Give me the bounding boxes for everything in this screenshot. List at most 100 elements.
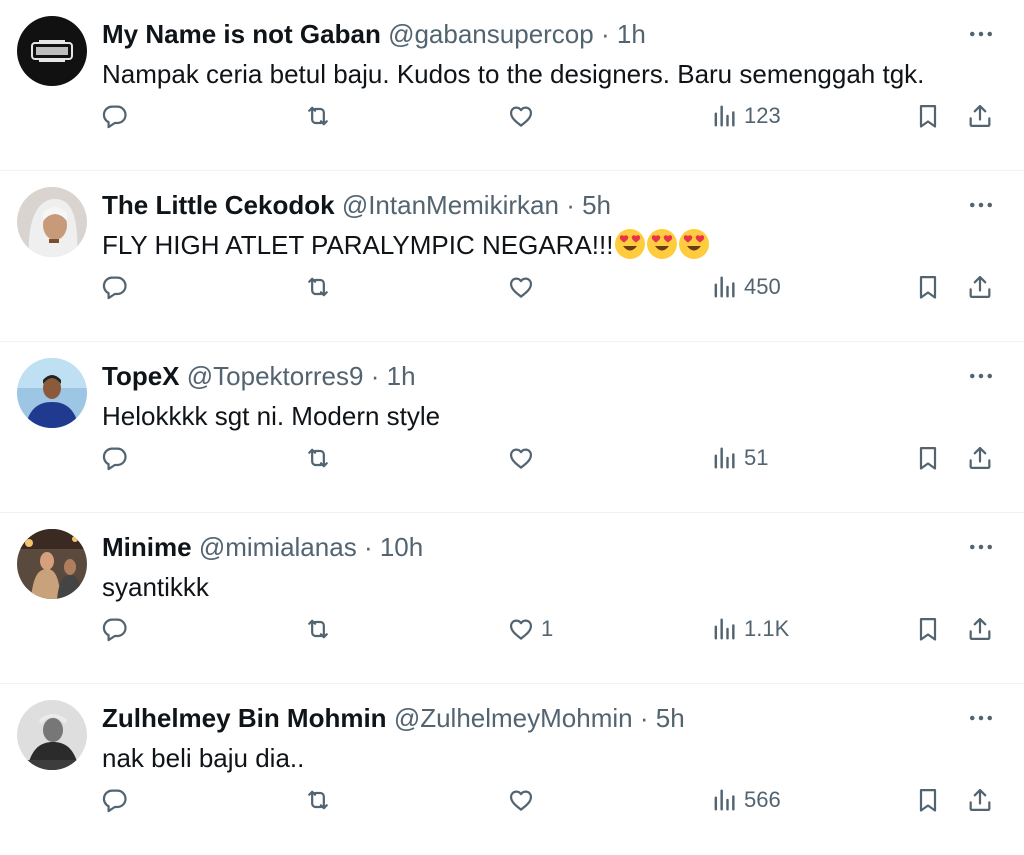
- tweet-header: Minime @mimialanas · 10h: [102, 531, 423, 563]
- like-button[interactable]: 1: [507, 609, 553, 649]
- retweet-icon: [304, 615, 332, 643]
- reply-button[interactable]: [101, 609, 129, 649]
- like-icon: [507, 273, 535, 301]
- views-icon: [710, 786, 738, 814]
- reply-button[interactable]: [101, 267, 129, 307]
- tweet-text: Helokkkk sgt ni. Modern style: [102, 399, 440, 433]
- more-options-button[interactable]: [966, 191, 996, 219]
- views-icon: [710, 615, 738, 643]
- reply-tweet[interactable]: Zulhelmey Bin Mohmin @ZulhelmeyMohmin · …: [0, 684, 1024, 855]
- avatar[interactable]: [17, 358, 87, 428]
- retweet-button[interactable]: [304, 780, 332, 820]
- reply-tweet[interactable]: TopeX @Topektorres9 · 1h Helokkkk sgt ni.…: [0, 342, 1024, 513]
- views-icon: [710, 273, 738, 301]
- bookmark-button[interactable]: [914, 609, 942, 649]
- views-button[interactable]: 566: [710, 780, 781, 820]
- retweet-button[interactable]: [304, 267, 332, 307]
- bookmark-icon: [914, 273, 942, 301]
- tweet-header: The Little Cekodok @IntanMemikirkan · 5h: [102, 189, 611, 221]
- bookmark-icon: [914, 102, 942, 130]
- user-handle[interactable]: @mimialanas: [199, 532, 357, 562]
- reply-tweet[interactable]: My Name is not Gaban @gabansupercop · 1h…: [0, 0, 1024, 171]
- tweet-text: Nampak ceria betul baju. Kudos to the de…: [102, 57, 924, 91]
- tweet-text-content: Nampak ceria betul baju. Kudos to the de…: [102, 59, 925, 89]
- reply-tweet[interactable]: The Little Cekodok @IntanMemikirkan · 5h…: [0, 171, 1024, 342]
- like-button[interactable]: [507, 780, 535, 820]
- heart-eyes-emoji: [615, 229, 646, 259]
- tweet-actions: 566: [0, 780, 1024, 820]
- share-button[interactable]: [966, 96, 994, 136]
- tweet-timestamp[interactable]: 5h: [656, 703, 685, 733]
- more-options-button[interactable]: [966, 704, 996, 732]
- share-button[interactable]: [966, 780, 994, 820]
- like-button[interactable]: [507, 267, 535, 307]
- display-name[interactable]: TopeX: [102, 361, 180, 391]
- views-count: 1.1K: [744, 616, 790, 641]
- reply-icon: [101, 786, 129, 814]
- bookmark-icon: [914, 786, 942, 814]
- tweet-actions: 123: [0, 96, 1024, 136]
- share-button[interactable]: [966, 438, 994, 478]
- views-button[interactable]: 1.1K: [710, 609, 789, 649]
- retweet-icon: [304, 273, 332, 301]
- more-options-button[interactable]: [966, 533, 996, 561]
- separator-dot: ·: [639, 703, 649, 733]
- tweet-actions: 450: [0, 267, 1024, 307]
- bookmark-icon: [914, 615, 942, 643]
- more-options-button[interactable]: [966, 20, 996, 48]
- more-icon: [966, 19, 996, 49]
- avatar[interactable]: [17, 529, 87, 599]
- more-options-button[interactable]: [966, 362, 996, 390]
- reply-tweet[interactable]: Minime @mimialanas · 10h syantikkk 1 1.1K: [0, 513, 1024, 684]
- like-icon: [507, 102, 535, 130]
- reply-button[interactable]: [101, 96, 129, 136]
- tweet-text-content: nak beli baju dia..: [102, 743, 305, 773]
- tweet-timestamp[interactable]: 5h: [582, 190, 611, 220]
- bookmark-button[interactable]: [914, 267, 942, 307]
- tweet-timestamp[interactable]: 10h: [380, 532, 423, 562]
- display-name[interactable]: The Little Cekodok: [102, 190, 335, 220]
- tweet-timestamp[interactable]: 1h: [617, 19, 646, 49]
- share-button[interactable]: [966, 267, 994, 307]
- user-handle[interactable]: @ZulhelmeyMohmin: [394, 703, 633, 733]
- retweet-button[interactable]: [304, 609, 332, 649]
- tweet-header: TopeX @Topektorres9 · 1h: [102, 360, 416, 392]
- share-icon: [966, 273, 994, 301]
- retweet-button[interactable]: [304, 438, 332, 478]
- bookmark-icon: [914, 444, 942, 472]
- avatar[interactable]: [17, 187, 87, 257]
- display-name[interactable]: My Name is not Gaban: [102, 19, 381, 49]
- bookmark-button[interactable]: [914, 438, 942, 478]
- user-handle[interactable]: @Topektorres9: [187, 361, 364, 391]
- views-button[interactable]: 123: [710, 96, 781, 136]
- views-count: 566: [744, 787, 781, 812]
- user-handle[interactable]: @IntanMemikirkan: [342, 190, 559, 220]
- like-icon: [507, 444, 535, 472]
- bookmark-button[interactable]: [914, 96, 942, 136]
- avatar[interactable]: [17, 700, 87, 770]
- display-name[interactable]: Zulhelmey Bin Mohmin: [102, 703, 387, 733]
- user-handle[interactable]: @gabansupercop: [388, 19, 594, 49]
- display-name[interactable]: Minime: [102, 532, 192, 562]
- reply-icon: [101, 444, 129, 472]
- retweet-button[interactable]: [304, 96, 332, 136]
- views-button[interactable]: 51: [710, 438, 768, 478]
- views-icon: [710, 444, 738, 472]
- like-button[interactable]: [507, 96, 535, 136]
- separator-dot: ·: [370, 361, 380, 391]
- share-icon: [966, 615, 994, 643]
- avatar[interactable]: [17, 16, 87, 86]
- views-icon: [710, 102, 738, 130]
- bookmark-button[interactable]: [914, 780, 942, 820]
- views-button[interactable]: 450: [710, 267, 781, 307]
- separator-dot: ·: [566, 190, 575, 220]
- like-icon: [507, 615, 535, 643]
- tweet-timestamp[interactable]: 1h: [387, 361, 416, 391]
- tweet-text: syantikkk: [102, 570, 209, 604]
- like-button[interactable]: [507, 438, 535, 478]
- reply-button[interactable]: [101, 780, 129, 820]
- share-button[interactable]: [966, 609, 994, 649]
- separator-dot: ·: [600, 19, 610, 49]
- reply-button[interactable]: [101, 438, 129, 478]
- more-icon: [966, 190, 996, 220]
